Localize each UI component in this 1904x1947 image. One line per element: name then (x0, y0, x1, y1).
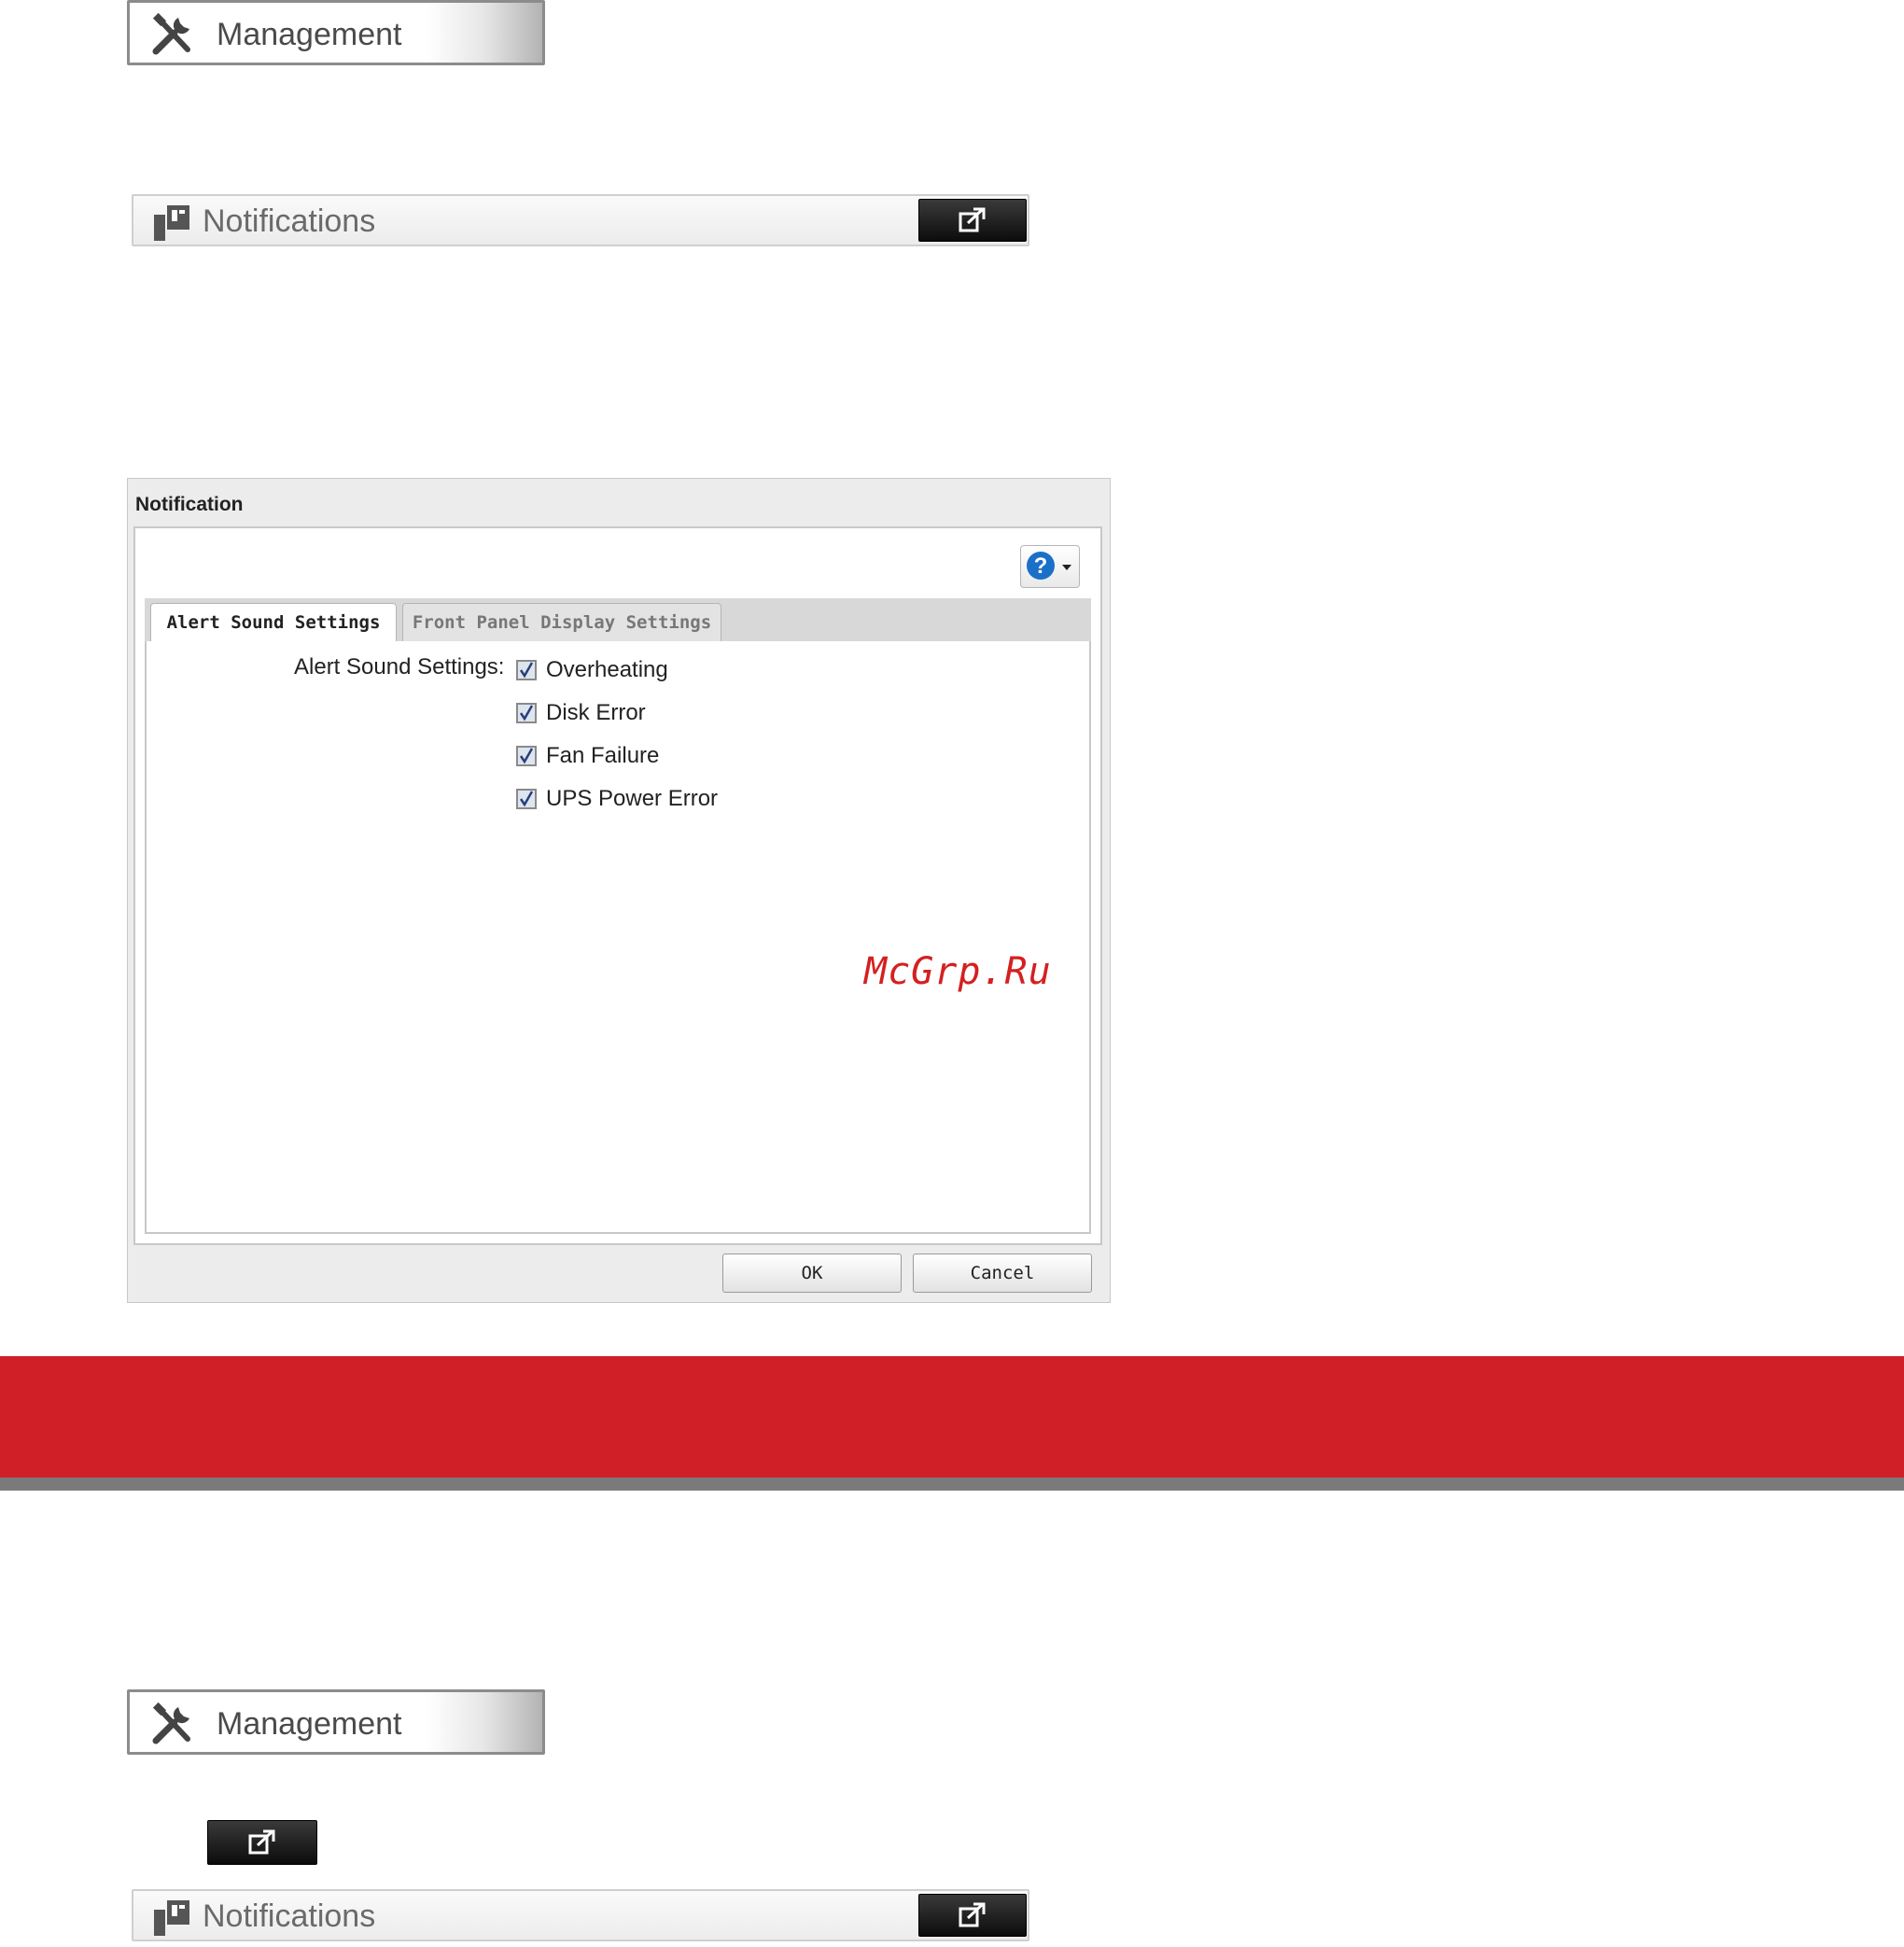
notifications-label: Notifications (203, 203, 376, 239)
external-link-icon (248, 1829, 275, 1855)
section-header-band (0, 1356, 1904, 1478)
checkbox-row-disk-error: Disk Error (516, 699, 646, 727)
checkbox-row-overheating: Overheating (516, 656, 668, 684)
checkbox-row-ups-power-error: UPS Power Error (516, 785, 718, 813)
overheating-label: Overheating (546, 657, 668, 682)
ok-button[interactable]: OK (722, 1254, 902, 1293)
disk-error-label: Disk Error (546, 700, 646, 725)
tab-front-panel-display-settings[interactable]: Front Panel Display Settings (402, 603, 721, 641)
checkmark-icon (519, 662, 534, 679)
dialog-title: Notification (135, 494, 244, 515)
overheating-checkbox[interactable] (516, 660, 537, 680)
notifications-icon (154, 205, 189, 241)
alert-sound-settings-label: Alert Sound Settings: (294, 654, 505, 679)
notifications-bar-bottom: Notifications (132, 1889, 1029, 1941)
notifications-icon (154, 1900, 189, 1936)
tab-alert-sound-settings[interactable]: Alert Sound Settings (150, 603, 397, 643)
question-icon: ? (1027, 552, 1055, 580)
tools-icon (152, 12, 190, 55)
tab-bar: Alert Sound Settings Front Panel Display… (145, 598, 1091, 643)
checkmark-icon (519, 705, 534, 721)
management-button-top[interactable]: Management (127, 0, 545, 65)
open-settings-button-bottom[interactable] (918, 1894, 1027, 1937)
notification-dialog: Notification ? Alert Sound Settings Fron… (127, 478, 1111, 1303)
checkmark-icon (519, 748, 534, 764)
dialog-body: ? Alert Sound Settings Front Panel Displ… (133, 526, 1102, 1245)
fan-failure-checkbox[interactable] (516, 746, 537, 766)
open-settings-button-top[interactable] (918, 199, 1027, 242)
section-divider (0, 1478, 1904, 1491)
open-settings-button-standalone[interactable] (207, 1820, 317, 1865)
tools-icon (152, 1702, 190, 1744)
management-label: Management (217, 17, 402, 52)
management-label: Management (217, 1706, 402, 1742)
checkmark-icon (519, 791, 534, 807)
watermark: McGrp.Ru (864, 950, 1052, 993)
external-link-icon (959, 207, 986, 232)
fan-failure-label: Fan Failure (546, 743, 660, 768)
notifications-bar-top: Notifications (132, 194, 1029, 246)
ups-power-error-checkbox[interactable] (516, 789, 537, 809)
tab-content: Alert Sound Settings: Overheating Disk E… (145, 641, 1091, 1234)
external-link-icon (959, 1902, 986, 1927)
ups-power-error-label: UPS Power Error (546, 786, 719, 811)
caret-down-icon (1062, 565, 1071, 570)
help-button[interactable]: ? (1020, 545, 1080, 588)
notifications-label: Notifications (203, 1898, 376, 1934)
disk-error-checkbox[interactable] (516, 703, 537, 723)
management-button-bottom[interactable]: Management (127, 1689, 545, 1755)
cancel-button[interactable]: Cancel (913, 1254, 1092, 1293)
checkbox-row-fan-failure: Fan Failure (516, 742, 659, 770)
